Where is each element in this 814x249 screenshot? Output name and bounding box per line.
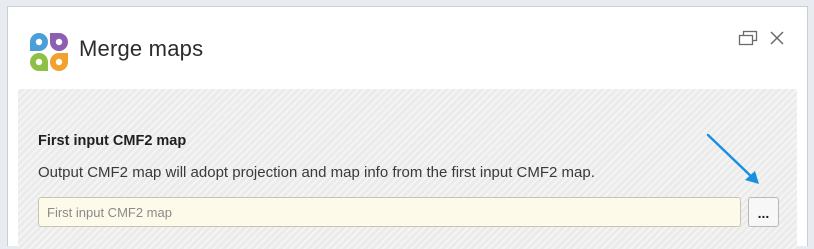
dialog-header: Merge maps	[8, 7, 807, 91]
browse-button[interactable]: ...	[748, 197, 779, 227]
dialog-content-panel: First input CMF2 map Output CMF2 map wil…	[18, 89, 797, 249]
clover-app-icon	[30, 33, 68, 71]
close-button[interactable]	[766, 27, 788, 49]
restore-window-icon	[738, 30, 758, 46]
section-title: First input CMF2 map	[38, 133, 187, 149]
restore-window-button[interactable]	[737, 27, 759, 49]
merge-maps-dialog: Merge maps First input CMF2 map Output C…	[7, 6, 808, 249]
close-icon	[770, 31, 784, 45]
section-description: Output CMF2 map will adopt projection an…	[38, 164, 595, 181]
first-input-map-field[interactable]	[38, 197, 741, 227]
pointer-arrow-icon	[706, 133, 759, 184]
dialog-title: Merge maps	[79, 36, 204, 61]
